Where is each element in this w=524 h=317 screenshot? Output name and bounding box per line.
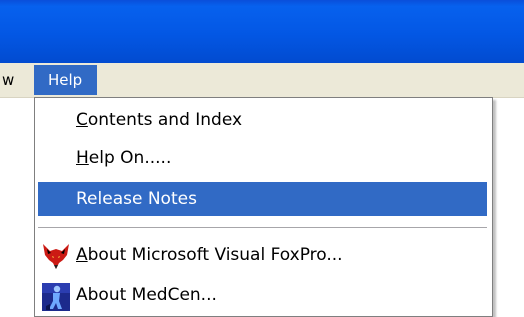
menu-item-label: Help On..... bbox=[76, 148, 172, 168]
menu-item-about-medcen[interactable]: About MedCen... bbox=[38, 278, 487, 312]
menu-separator bbox=[38, 227, 487, 229]
menu-item-about-visual-foxpro[interactable]: About Microsoft Visual FoxPro... bbox=[38, 238, 487, 272]
menu-item-label: Contents and Index bbox=[76, 110, 243, 130]
menu-help[interactable]: Help bbox=[34, 65, 97, 95]
medcen-icon bbox=[42, 283, 70, 311]
menu-item-window-partial[interactable]: w bbox=[0, 63, 14, 97]
menu-item-label: Release Notes bbox=[76, 189, 197, 209]
menu-item-label: About MedCen... bbox=[76, 285, 217, 305]
menu-item-label: About Microsoft Visual FoxPro... bbox=[76, 245, 343, 265]
menu-item-release-notes[interactable]: Release Notes bbox=[38, 182, 487, 216]
menu-bar: w Help bbox=[0, 63, 524, 98]
menu-item-contents-and-index[interactable]: Contents and Index bbox=[38, 103, 487, 137]
menu-item-help-on[interactable]: Help On..... bbox=[38, 141, 487, 175]
help-menu-dropdown: Contents and Index Help On..... Release … bbox=[34, 97, 493, 317]
window-title-bar bbox=[0, 0, 524, 63]
foxpro-fox-icon bbox=[43, 244, 69, 269]
